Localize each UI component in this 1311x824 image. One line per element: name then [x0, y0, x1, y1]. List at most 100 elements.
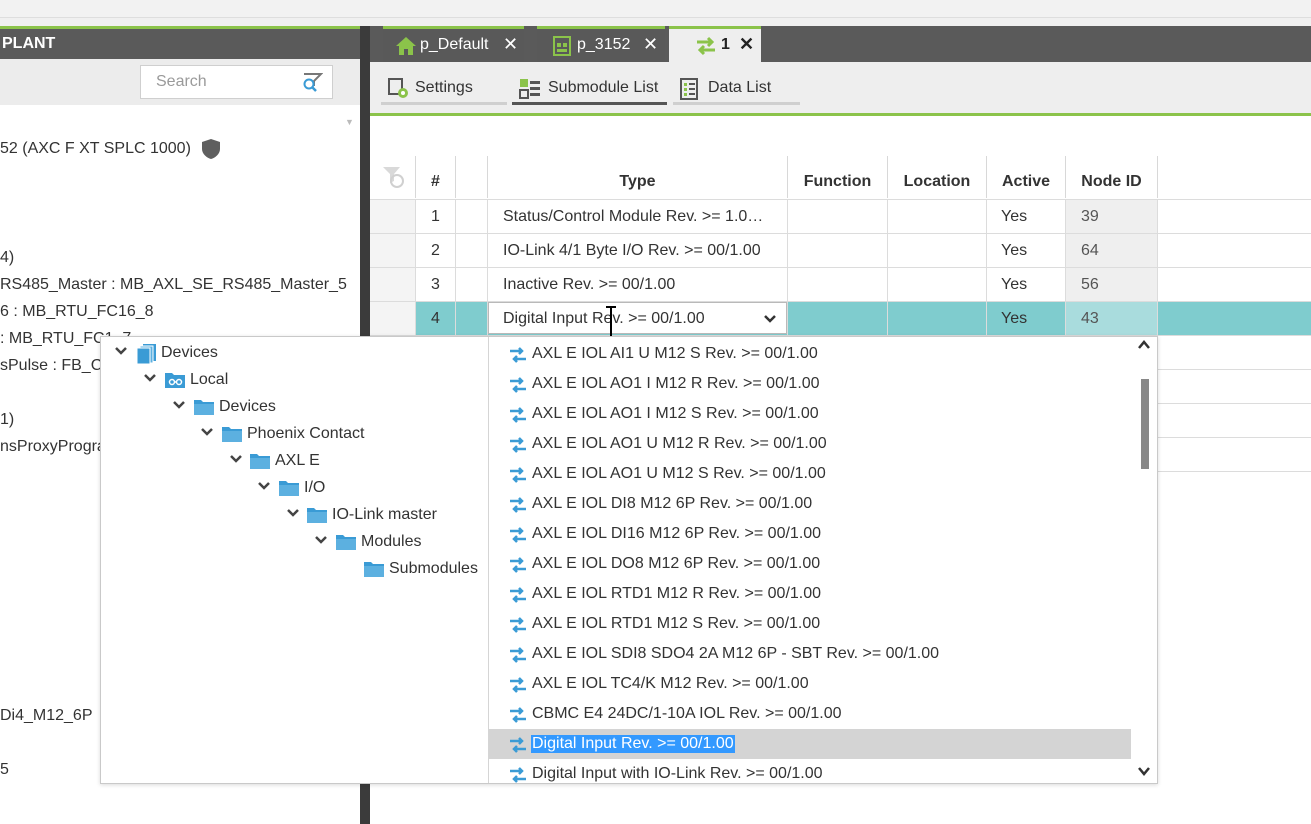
type-list-item[interactable]: AXL E IOL RTD1 M12 S Rev. >= 00/1.00	[489, 609, 1131, 639]
type-combobox[interactable]: Digital Input Rev. >= 00/1.00	[488, 302, 787, 334]
type-list-item-label: AXL E IOL AI1 U M12 S Rev. >= 00/1.00	[532, 345, 818, 362]
column-header-active[interactable]: Active	[987, 156, 1066, 198]
type-list-item[interactable]: AXL E IOL AO1 U M12 S Rev. >= 00/1.00	[489, 459, 1131, 489]
type-list-item[interactable]: AXL E IOL AI1 U M12 S Rev. >= 00/1.00	[489, 339, 1131, 369]
tab-submodule-list[interactable]: Submodule List	[512, 73, 667, 105]
row-active[interactable]: Yes	[987, 234, 1066, 268]
column-header-node-id[interactable]: Node ID	[1066, 156, 1158, 198]
row-active[interactable]: Yes	[987, 200, 1066, 234]
row-function[interactable]	[788, 200, 888, 234]
tab-1[interactable]: 1 ✕	[669, 26, 761, 62]
tree-item[interactable]: RS485_Master : MB_AXL_SE_RS485_Master_5	[0, 276, 347, 294]
row-node-id: 56	[1066, 268, 1158, 302]
table-row[interactable]: 1 Status/Control Module Rev. >= 1.0… Yes…	[370, 199, 1311, 234]
close-icon[interactable]: ✕	[503, 34, 518, 55]
column-header-type[interactable]: Type	[488, 156, 788, 198]
column-header-location[interactable]: Location	[888, 156, 987, 198]
tree-node-devices-folder[interactable]: Devices	[173, 394, 473, 421]
chevron-down-icon[interactable]	[173, 400, 185, 410]
type-list-item[interactable]: AXL E IOL AO1 I M12 S Rev. >= 00/1.00	[489, 399, 1131, 429]
chevron-down-icon[interactable]	[144, 373, 156, 383]
swap-arrows-icon	[510, 767, 526, 783]
tree-item[interactable]: sPulse : FB_C	[0, 357, 102, 375]
tab-settings[interactable]: Settings	[381, 73, 507, 105]
tree-item[interactable]: 1)	[0, 411, 14, 429]
type-list-item[interactable]: AXL E IOL RTD1 M12 R Rev. >= 00/1.00	[489, 579, 1131, 609]
chevron-down-icon[interactable]: ▼	[345, 117, 354, 127]
chevron-down-icon[interactable]	[258, 481, 270, 491]
type-list-item[interactable]: Digital Input with IO-Link Rev. >= 00/1.…	[489, 759, 1131, 789]
row-handle[interactable]	[370, 302, 416, 336]
tree-item-controller[interactable]: 52 (AXC F XT SPLC 1000)	[0, 140, 191, 158]
row-number: 2	[416, 234, 456, 268]
type-list-item-label: Digital Input Rev. >= 00/1.00	[531, 735, 735, 753]
table-row[interactable]: 2 IO-Link 4/1 Byte I/O Rev. >= 00/1.00 Y…	[370, 233, 1311, 268]
chevron-up-icon[interactable]	[1137, 339, 1151, 351]
filter-search-icon[interactable]	[301, 72, 323, 92]
row-handle[interactable]	[370, 234, 416, 268]
search-input[interactable]	[141, 66, 301, 98]
tree-item[interactable]: Di4_M12_6P	[0, 707, 93, 725]
column-header-number[interactable]: #	[416, 156, 456, 198]
type-list-item-selected[interactable]: Digital Input Rev. >= 00/1.00	[489, 729, 1131, 759]
type-list-item[interactable]: AXL E IOL DO8 M12 6P Rev. >= 00/1.00	[489, 549, 1131, 579]
chevron-down-icon[interactable]	[763, 314, 777, 324]
top-strip	[0, 0, 1311, 18]
column-header-function[interactable]: Function	[788, 156, 888, 198]
column-header-blank[interactable]	[456, 156, 488, 198]
chevron-down-icon[interactable]	[201, 427, 213, 437]
row-location[interactable]	[888, 302, 987, 336]
swap-arrows-icon	[510, 647, 526, 663]
tab-data-list[interactable]: Data List	[673, 73, 800, 105]
tree-node-io-link-master[interactable]: IO-Link master	[287, 502, 489, 529]
type-list-item[interactable]: AXL E IOL DI8 M12 6P Rev. >= 00/1.00	[489, 489, 1131, 519]
row-number: 4	[416, 302, 456, 336]
chevron-down-icon[interactable]	[115, 346, 127, 356]
filter-column-header[interactable]	[370, 156, 416, 198]
swap-arrows-icon	[510, 347, 526, 363]
devices-icon	[136, 344, 156, 365]
tree-item[interactable]: 6 : MB_RTU_FC16_8	[0, 303, 154, 321]
row-location[interactable]	[888, 200, 987, 234]
tree-node-modules[interactable]: Modules	[315, 529, 489, 556]
row-type[interactable]: IO-Link 4/1 Byte I/O Rev. >= 00/1.00	[488, 234, 788, 268]
chevron-down-icon[interactable]	[230, 454, 242, 464]
type-list-item[interactable]: CBMC E4 24DC/1-10A IOL Rev. >= 00/1.00	[489, 699, 1131, 729]
tree-node-submodules[interactable]: Submodules	[363, 556, 489, 583]
tree-node-devices[interactable]: Devices	[115, 340, 415, 367]
close-icon[interactable]: ✕	[739, 34, 754, 55]
row-function[interactable]	[788, 268, 888, 302]
tree-item[interactable]: nsProxyProgra	[0, 438, 106, 456]
close-icon[interactable]: ✕	[643, 34, 658, 55]
type-list-item[interactable]: AXL E IOL DI16 M12 6P Rev. >= 00/1.00	[489, 519, 1131, 549]
row-type[interactable]: Inactive Rev. >= 00/1.00	[488, 268, 788, 302]
tree-item[interactable]: 4)	[0, 249, 14, 267]
type-list-item[interactable]: AXL E IOL SDI8 SDO4 2A M12 6P - SBT Rev.…	[489, 639, 1131, 669]
scrollbar-thumb[interactable]	[1141, 379, 1149, 469]
row-handle[interactable]	[370, 268, 416, 302]
row-function[interactable]	[788, 234, 888, 268]
tab-p-3152[interactable]: p_3152 ✕	[537, 26, 665, 62]
row-number: 3	[416, 268, 456, 302]
type-list-item[interactable]: AXL E IOL AO1 U M12 R Rev. >= 00/1.00	[489, 429, 1131, 459]
row-function[interactable]	[788, 302, 888, 336]
tab-p-default[interactable]: p_Default ✕	[383, 26, 524, 62]
tree-node-axl-e[interactable]: AXL E	[230, 448, 489, 475]
tree-node-local[interactable]: Local	[144, 367, 444, 394]
row-active[interactable]: Yes	[987, 268, 1066, 302]
chevron-down-icon[interactable]	[1137, 765, 1151, 777]
type-list-item[interactable]: AXL E IOL AO1 I M12 R Rev. >= 00/1.00	[489, 369, 1131, 399]
chevron-down-icon[interactable]	[315, 535, 327, 545]
type-list-item[interactable]: AXL E IOL TC4/K M12 Rev. >= 00/1.00	[489, 669, 1131, 699]
table-row[interactable]: 3 Inactive Rev. >= 00/1.00 Yes 56	[370, 267, 1311, 302]
row-handle[interactable]	[370, 200, 416, 234]
tree-node-io[interactable]: I/O	[258, 475, 489, 502]
row-location[interactable]	[888, 268, 987, 302]
row-location[interactable]	[888, 234, 987, 268]
row-active[interactable]: Yes	[987, 302, 1066, 336]
tree-item[interactable]: 5	[0, 761, 9, 779]
row-type[interactable]: Status/Control Module Rev. >= 1.0…	[488, 200, 788, 234]
filter-clear-icon	[383, 167, 404, 188]
chevron-down-icon[interactable]	[287, 508, 299, 518]
tree-node-phoenix-contact[interactable]: Phoenix Contact	[201, 421, 489, 448]
